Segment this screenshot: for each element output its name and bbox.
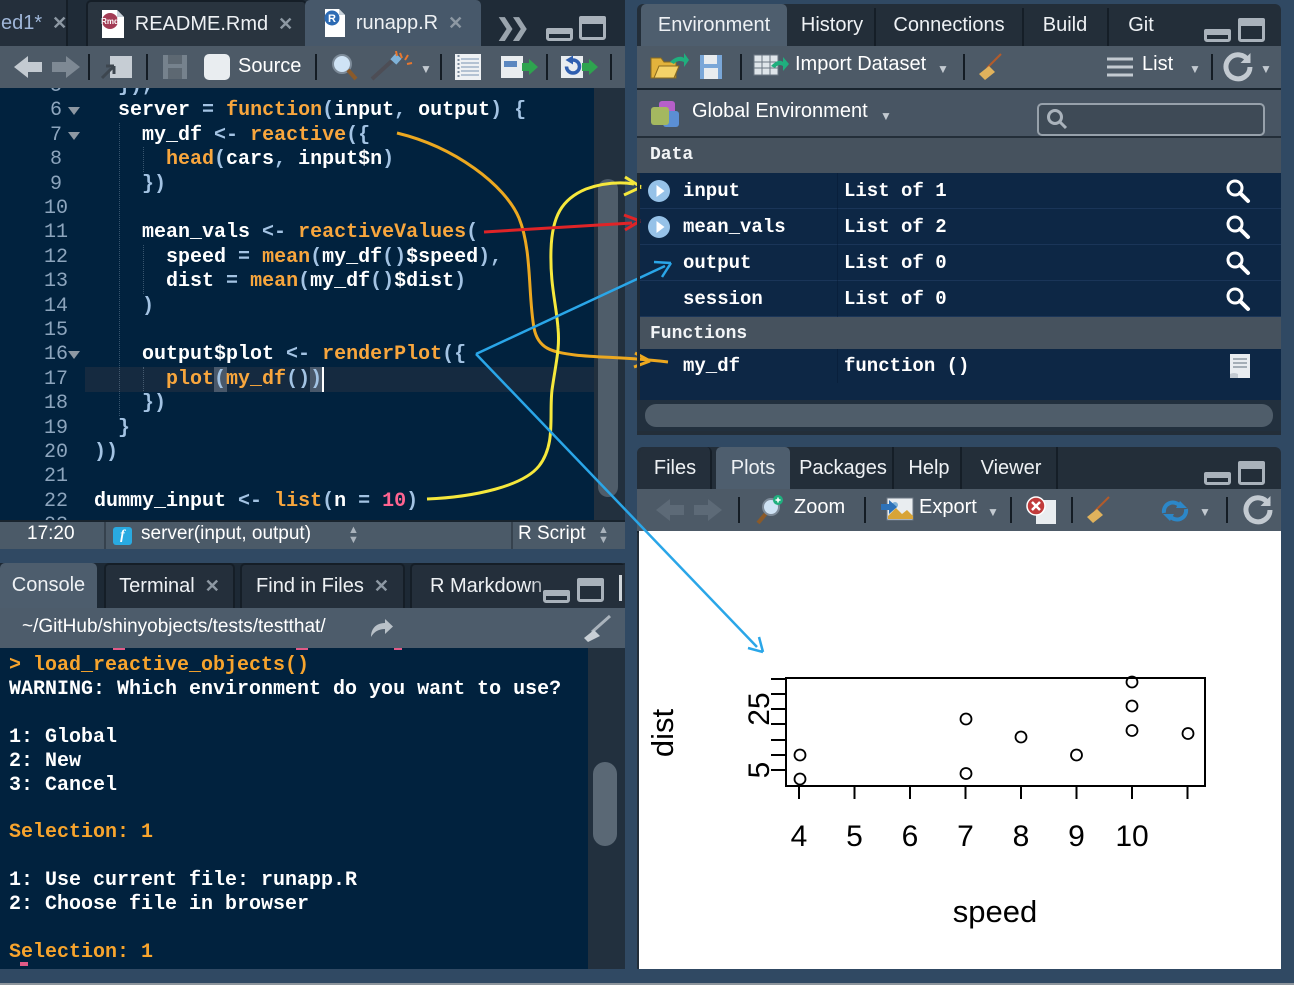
svg-text:R: R	[328, 13, 336, 25]
svg-text:8: 8	[1013, 820, 1030, 853]
svg-text:4: 4	[791, 820, 808, 853]
svg-text:speed: speed	[953, 894, 1037, 929]
svg-text:9: 9	[1068, 820, 1085, 853]
svg-text:dist: dist	[645, 708, 680, 757]
svg-text:10: 10	[1115, 820, 1148, 853]
svg-text:6: 6	[902, 820, 919, 853]
svg-text:Rmd: Rmd	[101, 17, 119, 26]
svg-text:7: 7	[957, 820, 974, 853]
svg-text:25: 25	[743, 692, 776, 725]
svg-text:5: 5	[846, 820, 863, 853]
svg-text:5: 5	[743, 762, 776, 779]
